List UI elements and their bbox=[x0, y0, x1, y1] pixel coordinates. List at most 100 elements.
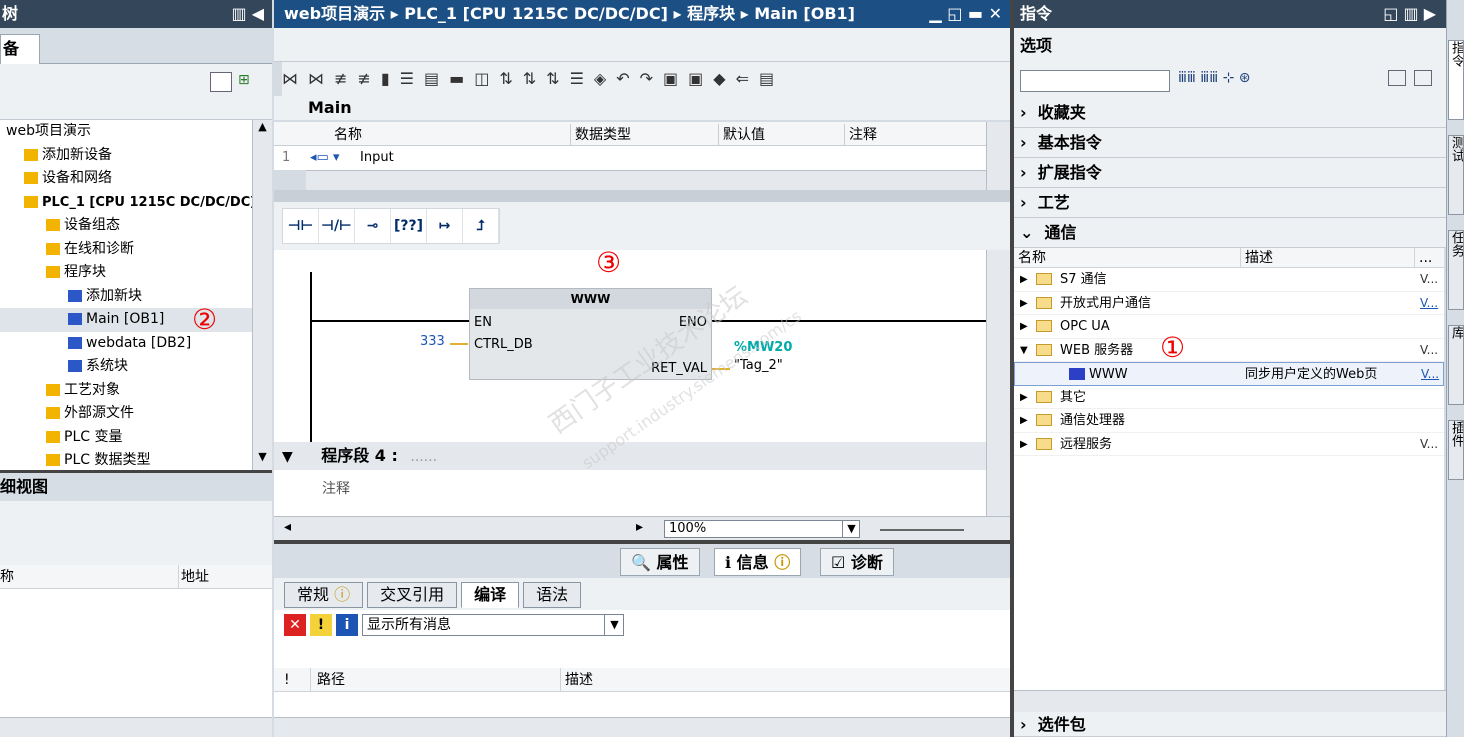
toolbar-icon[interactable]: ◈ bbox=[594, 62, 606, 96]
category-favorites[interactable]: › 收藏夹 bbox=[1014, 98, 1446, 128]
toolbar-icon[interactable]: ▣ bbox=[688, 62, 703, 96]
instr-version[interactable]: V... bbox=[1420, 433, 1438, 457]
toolbar-icon[interactable]: ⇐ bbox=[736, 62, 749, 96]
tab-diagnostics[interactable]: ☑ 诊断 bbox=[820, 548, 894, 576]
interface-row[interactable]: 1 ◂▭ ▾ Input bbox=[274, 146, 986, 170]
list-view-icon[interactable] bbox=[1414, 70, 1432, 86]
side-tab-instructions[interactable]: 指令 bbox=[1448, 40, 1464, 120]
tree-item[interactable]: 系统块 bbox=[0, 355, 252, 379]
toolbar-icon[interactable]: ↶ bbox=[616, 62, 629, 96]
expand-icon[interactable]: ▶ bbox=[1020, 292, 1028, 316]
search-input[interactable] bbox=[1020, 70, 1170, 92]
side-tab-addins[interactable]: 插件 bbox=[1448, 420, 1464, 480]
scroll-left-icon[interactable]: ◂ bbox=[284, 519, 291, 535]
toolbar-icon[interactable]: ▬ bbox=[449, 62, 464, 96]
expand-icon[interactable]: ▶ bbox=[1020, 268, 1028, 292]
search-forward-icon[interactable]: ⅲⅲ ⅲⅲ ⊹ ⊛ bbox=[1178, 70, 1251, 86]
toolbar-icon[interactable]: ▤ bbox=[424, 62, 439, 96]
toolbar-icon[interactable]: ⇅ bbox=[523, 62, 536, 96]
instr-version[interactable]: V... bbox=[1420, 268, 1438, 292]
instr-row[interactable]: ▼ WEB 服务器 V... bbox=[1014, 339, 1444, 363]
scroll-right-icon[interactable]: ▸ bbox=[636, 519, 643, 535]
message-filter-select[interactable]: 显示所有消息 bbox=[362, 614, 624, 636]
expand-icon[interactable]: ▶ bbox=[1020, 386, 1028, 410]
toolbar-icon[interactable]: ≢ bbox=[357, 62, 370, 96]
category-extended[interactable]: › 扩展指令 bbox=[1014, 158, 1446, 188]
toolbar-icon[interactable]: ☰ bbox=[570, 62, 584, 96]
close-branch-icon[interactable]: ⮥ bbox=[463, 209, 499, 243]
tree-item[interactable]: 添加新设备 bbox=[0, 144, 252, 168]
subtab-general[interactable]: 常规 ⓘ bbox=[284, 582, 364, 608]
view-icon[interactable] bbox=[1388, 70, 1406, 86]
toolbar-icon[interactable]: ⋈ bbox=[282, 62, 298, 96]
collapse-icon[interactable]: ▥ ◀ bbox=[231, 0, 264, 28]
zoom-select[interactable]: 100% bbox=[664, 520, 860, 538]
detail-scrollbar[interactable] bbox=[0, 717, 272, 737]
message-scrollbar[interactable] bbox=[274, 717, 1010, 737]
instr-scrollbar[interactable] bbox=[1014, 690, 1446, 712]
toolbar-icon[interactable]: ⇅ bbox=[546, 62, 559, 96]
category-communication[interactable]: ⌄ 通信 bbox=[1014, 218, 1446, 248]
open-branch-icon[interactable]: ↦ bbox=[427, 209, 463, 243]
category-optional-packages[interactable]: › 选件包 bbox=[1014, 712, 1446, 737]
devices-tab[interactable]: 备 bbox=[0, 34, 40, 64]
side-tab-tasks[interactable]: 任务 bbox=[1448, 230, 1464, 310]
tree-item[interactable]: 程序块 bbox=[0, 261, 252, 285]
toolbar-icon[interactable]: ▮ bbox=[381, 62, 390, 96]
normally-open-contact-icon[interactable]: ⊣⊢ bbox=[283, 209, 319, 243]
tab-info[interactable]: ℹ 信息 ⓘ bbox=[714, 548, 802, 576]
instr-row[interactable]: ▶ 通信处理器 bbox=[1014, 409, 1444, 433]
filter-dropdown-icon[interactable]: ▼ bbox=[604, 615, 624, 635]
tree-item[interactable]: PLC_1 [CPU 1215C DC/DC/DC] bbox=[0, 191, 252, 215]
breadcrumb-item[interactable]: web项目演示 bbox=[284, 4, 385, 23]
instr-version[interactable]: V... bbox=[1420, 292, 1438, 316]
tree-scrollbar[interactable]: ▲ ▼ bbox=[252, 120, 272, 470]
tab-properties[interactable]: 🔍 属性 bbox=[620, 548, 700, 576]
info-filter-icon[interactable]: i bbox=[336, 614, 358, 636]
tree-item[interactable]: PLC 变量 bbox=[0, 426, 252, 450]
warning-filter-icon[interactable]: ! bbox=[310, 614, 332, 636]
collapse-network-icon[interactable]: ▼ bbox=[274, 449, 293, 465]
expand-icon[interactable]: ▶ bbox=[1020, 433, 1028, 457]
add-icon[interactable]: ⊞ bbox=[238, 72, 260, 92]
expand-icon[interactable]: ▶ bbox=[1020, 315, 1028, 339]
subtab-syntax[interactable]: 语法 bbox=[523, 582, 582, 608]
toolbar-icon[interactable]: ◆ bbox=[713, 62, 725, 96]
instr-row[interactable]: WWW 同步用户定义的Web页 V... bbox=[1014, 362, 1444, 386]
splitter[interactable] bbox=[274, 190, 1010, 202]
toolbar-icon[interactable]: ▣ bbox=[663, 62, 678, 96]
coil-icon[interactable]: ⊸ bbox=[355, 209, 391, 243]
toolbar-icon[interactable]: ◫ bbox=[474, 62, 489, 96]
instr-row[interactable]: ▶ S7 通信 V... bbox=[1014, 268, 1444, 292]
normally-closed-contact-icon[interactable]: ⊣/⊢ bbox=[319, 209, 355, 243]
network-comment[interactable]: 注释 bbox=[274, 470, 986, 516]
iface-scrollbar[interactable] bbox=[306, 170, 986, 190]
pin-icon[interactable]: ◱ ▥ ▶ bbox=[1383, 0, 1436, 28]
tree-item[interactable]: 外部源文件 bbox=[0, 402, 252, 426]
tree-item[interactable]: web项目演示 bbox=[0, 120, 252, 144]
side-tab-testing[interactable]: 测试 bbox=[1448, 135, 1464, 215]
zoom-dropdown-icon[interactable]: ▼ bbox=[842, 520, 860, 538]
tree-item[interactable]: 设备组态 bbox=[0, 214, 252, 238]
instr-version[interactable]: V... bbox=[1421, 363, 1439, 387]
category-basic[interactable]: › 基本指令 bbox=[1014, 128, 1446, 158]
toolbar-icon[interactable]: ▤ bbox=[759, 62, 774, 96]
toolbar-icon[interactable]: ⋈ bbox=[308, 62, 324, 96]
error-filter-icon[interactable]: ✕ bbox=[284, 614, 306, 636]
iface-vscroll[interactable] bbox=[986, 122, 1010, 190]
toolbar-icon[interactable]: ⇅ bbox=[499, 62, 512, 96]
toolbar-icon[interactable]: ☰ bbox=[400, 62, 414, 96]
network-header[interactable]: ▼ 程序段 4 : ...... bbox=[274, 442, 986, 470]
side-tab-libraries[interactable]: 库 bbox=[1448, 325, 1464, 405]
instr-row[interactable]: ▶ 远程服务 V... bbox=[1014, 433, 1444, 457]
expand-icon[interactable]: ▼ bbox=[1020, 339, 1028, 363]
window-controls-icon[interactable]: ▁ ◱ ▬ ✕ bbox=[929, 0, 1002, 28]
zoom-slider[interactable] bbox=[880, 529, 964, 531]
subtab-compile[interactable]: 编译 bbox=[461, 582, 520, 608]
subtab-cross-ref[interactable]: 交叉引用 bbox=[367, 582, 458, 608]
expand-icon[interactable]: ▶ bbox=[1020, 409, 1028, 433]
instr-row[interactable]: ▶ 其它 bbox=[1014, 386, 1444, 410]
tree-item[interactable]: PLC 数据类型 bbox=[0, 449, 252, 470]
network-vscroll[interactable] bbox=[986, 250, 1010, 516]
tree-item[interactable]: 设备和网络 bbox=[0, 167, 252, 191]
